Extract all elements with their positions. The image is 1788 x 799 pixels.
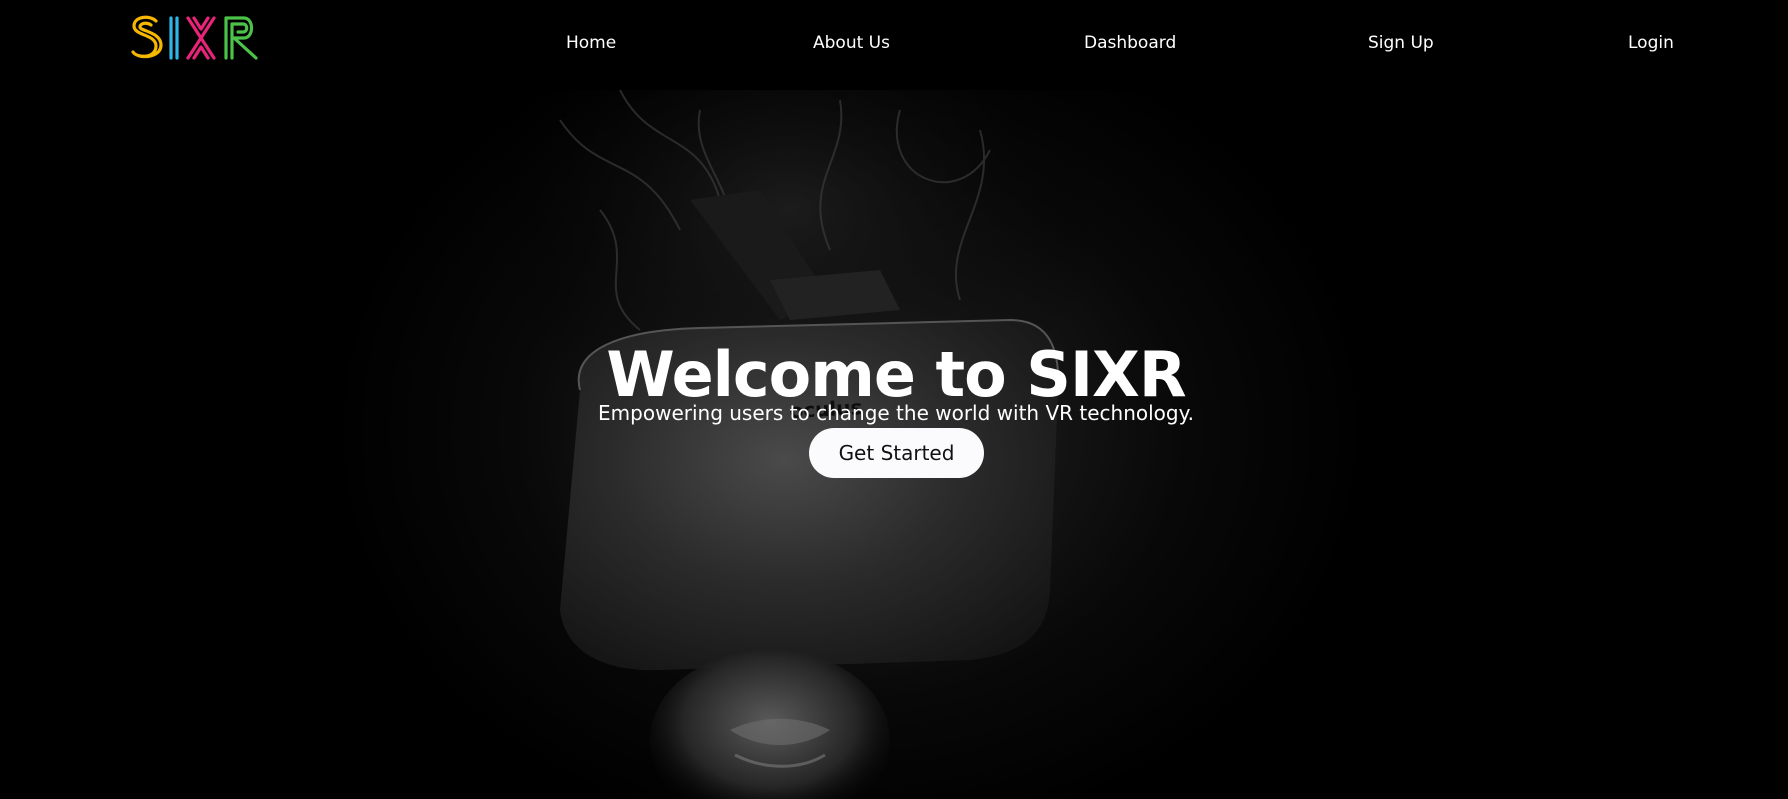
nav-login-link[interactable]: Login xyxy=(1628,30,1674,56)
page: Home About Us Dashboard Sign Up Login oc… xyxy=(0,0,1788,799)
hero-section: oculus Welcome to SIXR Empowering users … xyxy=(0,90,1788,799)
sixr-logo[interactable] xyxy=(130,14,264,62)
hero-subtitle: Empowering users to change the world wit… xyxy=(598,401,1194,425)
nav-about-us-link[interactable]: About Us xyxy=(813,30,890,56)
nav-dashboard-link[interactable]: Dashboard xyxy=(1084,30,1176,56)
nav-sign-up-link[interactable]: Sign Up xyxy=(1368,30,1434,56)
get-started-button[interactable]: Get Started xyxy=(809,428,984,478)
navbar: Home About Us Dashboard Sign Up Login xyxy=(0,0,1788,90)
nav-home-link[interactable]: Home xyxy=(566,30,616,56)
